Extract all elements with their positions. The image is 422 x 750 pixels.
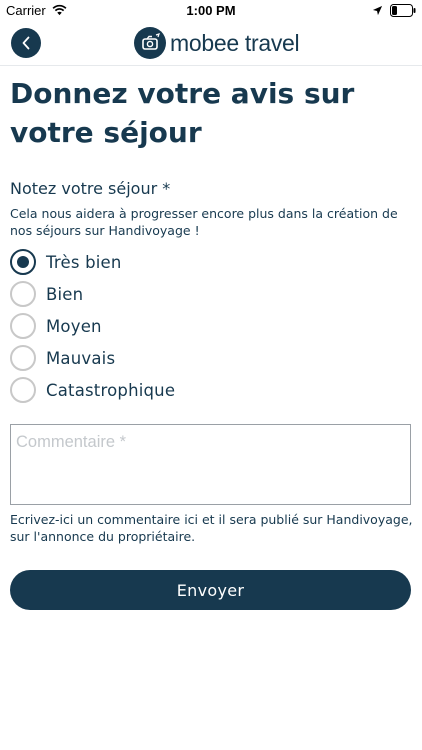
radio-checked[interactable] (10, 249, 36, 275)
rating-option-mauvais[interactable]: Mauvais (10, 342, 310, 374)
rating-option-label: Mauvais (46, 348, 116, 368)
radio-unchecked[interactable] (10, 345, 36, 371)
rating-help-text: Cela nous aidera à progresser encore plu… (10, 206, 398, 238)
logo-wordmark: mobee travel (170, 29, 300, 56)
rating-option-label: Très bien (46, 252, 122, 272)
comment-field-container (10, 424, 411, 505)
radio-unchecked[interactable] (10, 313, 36, 339)
status-bar: Carrier 1:00 PM (0, 0, 422, 22)
rating-option-label: Moyen (46, 316, 102, 336)
rating-options: Très bien Bien Moyen Mauvais Catastrophi… (10, 246, 310, 406)
back-button[interactable] (11, 28, 41, 58)
radio-unchecked[interactable] (10, 377, 36, 403)
rating-option-label: Bien (46, 284, 84, 304)
navigation-bar: mobee travel (0, 22, 422, 66)
rating-option-label: Catastrophique (46, 380, 176, 400)
rating-option-catastrophique[interactable]: Catastrophique (10, 374, 310, 406)
comment-input[interactable] (11, 425, 410, 504)
chevron-left-icon (22, 36, 30, 50)
battery-icon (390, 4, 416, 17)
rating-label: Notez votre séjour * (10, 179, 171, 198)
rating-option-moyen[interactable]: Moyen (10, 310, 310, 342)
page-title: Donnez votre avis sur votre séjour (10, 77, 355, 149)
comment-help-text: Ecrivez-ici un commentaire ici et il ser… (10, 512, 413, 544)
clock: 1:00 PM (186, 3, 236, 18)
logo-mark-icon (134, 27, 166, 59)
rating-option-bien[interactable]: Bien (10, 278, 310, 310)
submit-button[interactable]: Envoyer (10, 570, 411, 610)
location-arrow-icon (372, 5, 383, 16)
radio-unchecked[interactable] (10, 281, 36, 307)
rating-option-tres-bien[interactable]: Très bien (10, 246, 310, 278)
app-logo: mobee travel (134, 27, 300, 59)
